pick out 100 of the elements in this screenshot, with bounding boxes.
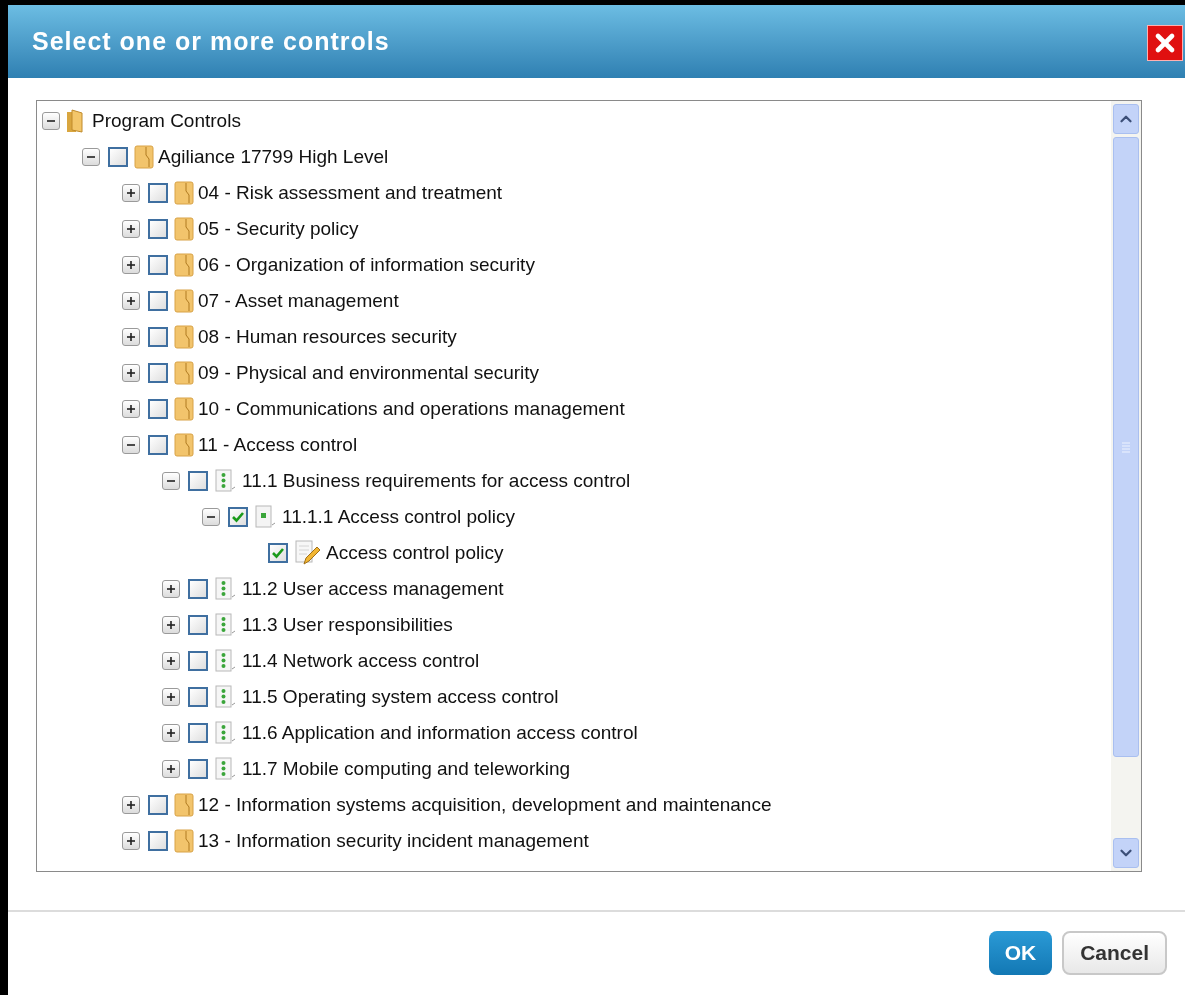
ok-button[interactable]: OK — [988, 930, 1053, 975]
collapse-toggle[interactable] — [202, 508, 220, 526]
document-list-icon — [214, 469, 238, 493]
folder-icon — [174, 361, 194, 385]
checkbox[interactable] — [148, 255, 168, 275]
checkbox[interactable] — [108, 147, 128, 167]
plus-icon — [166, 620, 176, 630]
checkmark-icon — [271, 546, 285, 560]
close-button[interactable] — [1147, 25, 1183, 61]
tree-item-label[interactable]: 10 - Communications and operations management — [198, 394, 625, 424]
checkbox[interactable] — [148, 435, 168, 455]
plus-icon — [166, 692, 176, 702]
collapse-toggle[interactable] — [122, 436, 140, 454]
plus-icon — [166, 584, 176, 594]
tree-item-label[interactable]: 07 - Asset management — [198, 286, 399, 316]
document-list-icon — [214, 577, 238, 601]
tree-item-label[interactable]: Access control policy — [326, 538, 504, 568]
document-list-icon — [214, 649, 238, 673]
checkbox[interactable] — [188, 723, 208, 743]
expand-toggle[interactable] — [122, 184, 140, 202]
checkbox[interactable] — [148, 399, 168, 419]
tree-item-label[interactable]: 08 - Human resources security — [198, 322, 457, 352]
checkbox[interactable] — [188, 651, 208, 671]
scroll-down-button[interactable] — [1113, 838, 1139, 868]
tree-item-label[interactable]: 11 - Access control — [198, 430, 358, 460]
tree-item-label[interactable]: 11.2 User access management — [242, 574, 504, 604]
checkbox[interactable] — [148, 219, 168, 239]
collapse-toggle[interactable] — [162, 472, 180, 490]
checkbox[interactable] — [188, 687, 208, 707]
folder-icon — [174, 829, 194, 853]
expand-toggle[interactable] — [162, 652, 180, 670]
expand-toggle[interactable] — [122, 292, 140, 310]
checkbox[interactable] — [148, 363, 168, 383]
collapse-toggle[interactable] — [42, 112, 60, 130]
tree-item-label[interactable]: 13 - Information security incident management — [198, 826, 589, 856]
expand-toggle[interactable] — [122, 220, 140, 238]
document-list-icon — [214, 721, 238, 745]
checkbox[interactable] — [188, 471, 208, 491]
tree-item-label[interactable]: 04 - Risk assessment and treatment — [198, 178, 503, 208]
checkbox[interactable] — [148, 795, 168, 815]
plus-icon — [126, 836, 136, 846]
scrollbar-thumb[interactable] — [1113, 137, 1139, 757]
folder-icon — [134, 145, 154, 169]
plus-icon — [126, 368, 136, 378]
expand-toggle[interactable] — [122, 796, 140, 814]
checkbox[interactable] — [268, 543, 288, 563]
folder-icon — [174, 325, 194, 349]
tree-item-label[interactable]: 09 - Physical and environmental security — [198, 358, 540, 388]
dialog-title: Select one or more controls — [32, 25, 390, 57]
document-icon — [254, 505, 278, 529]
plus-icon — [126, 188, 136, 198]
checkbox[interactable] — [148, 831, 168, 851]
expand-toggle[interactable] — [122, 256, 140, 274]
checkmark-icon — [231, 510, 245, 524]
expand-toggle[interactable] — [162, 580, 180, 598]
plus-icon — [126, 332, 136, 342]
document-list-icon — [214, 757, 238, 781]
collapse-toggle[interactable] — [82, 148, 100, 166]
checkbox[interactable] — [148, 291, 168, 311]
plus-icon — [166, 764, 176, 774]
scrollbar[interactable] — [1111, 101, 1141, 871]
tree-item-label[interactable]: 11.6 Application and information access control — [242, 718, 638, 748]
folder-icon — [174, 253, 194, 277]
folder-icon — [174, 181, 194, 205]
tree-item-label[interactable]: Program Controls — [92, 106, 241, 136]
tree-item-label[interactable]: Agiliance 17799 High Level — [158, 142, 389, 172]
plus-icon — [126, 260, 136, 270]
checkbox[interactable] — [148, 183, 168, 203]
tree-item-label[interactable]: 05 - Security policy — [198, 214, 359, 244]
tree-item-label[interactable]: 11.3 User responsibilities — [242, 610, 453, 640]
tree-item-label[interactable]: 06 - Organization of information security — [198, 250, 535, 280]
checkbox[interactable] — [188, 759, 208, 779]
plus-icon — [166, 656, 176, 666]
tree-item-label[interactable]: 11.1.1 Access control policy — [282, 502, 516, 532]
plus-icon — [126, 296, 136, 306]
expand-toggle[interactable] — [162, 688, 180, 706]
tree-item-label[interactable]: 11.5 Operating system access control — [242, 682, 559, 712]
expand-toggle[interactable] — [122, 364, 140, 382]
expand-toggle[interactable] — [122, 832, 140, 850]
tree-item-label[interactable]: 11.1 Business requirements for access control — [242, 466, 631, 496]
checkbox[interactable] — [148, 327, 168, 347]
tree-item-label[interactable]: 12 - Information systems acquisition, development and maintenance — [198, 790, 772, 820]
tree-item-label[interactable]: 11.4 Network access control — [242, 646, 480, 676]
expand-toggle[interactable] — [162, 724, 180, 742]
expand-toggle[interactable] — [122, 328, 140, 346]
scroll-up-button[interactable] — [1113, 104, 1139, 134]
folder-icon — [174, 289, 194, 313]
expand-toggle[interactable] — [122, 400, 140, 418]
checkbox[interactable] — [228, 507, 248, 527]
checkbox[interactable] — [188, 615, 208, 635]
folder-icon — [174, 433, 194, 457]
plus-icon — [166, 728, 176, 738]
folder-icon — [174, 217, 194, 241]
document-list-icon — [214, 613, 238, 637]
expand-toggle[interactable] — [162, 616, 180, 634]
cancel-button[interactable]: Cancel — [1062, 930, 1167, 975]
checkbox[interactable] — [188, 579, 208, 599]
expand-toggle[interactable] — [162, 760, 180, 778]
tree-item-label[interactable]: 11.7 Mobile computing and teleworking — [242, 754, 571, 784]
plus-icon — [126, 800, 136, 810]
